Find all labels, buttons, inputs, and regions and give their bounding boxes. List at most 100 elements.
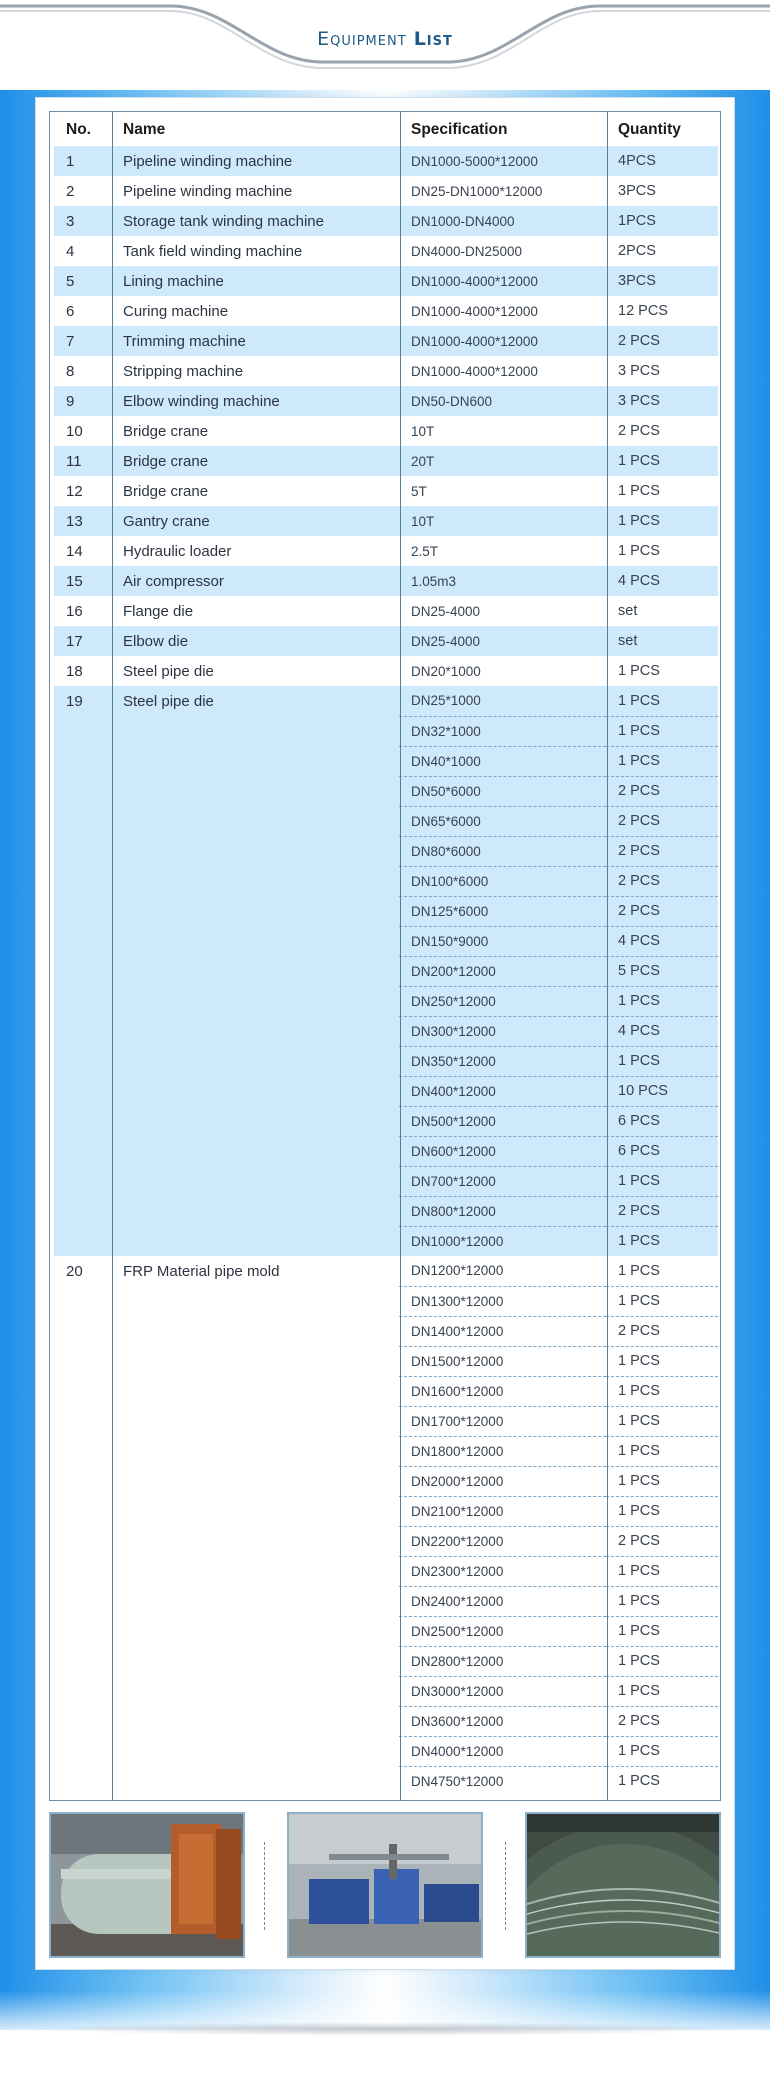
factory-floor-photo: [287, 1812, 483, 1958]
header-qty: Quantity: [618, 121, 681, 138]
equipment-spec: DN3000*12000: [399, 1676, 606, 1707]
equipment-spec: DN1800*12000: [399, 1436, 606, 1467]
equipment-qty: 1 PCS: [606, 1046, 718, 1077]
equipment-name: Bridge crane: [123, 422, 209, 440]
column-divider: [607, 111, 608, 1801]
equipment-spec: DN4000*12000: [399, 1736, 606, 1767]
header-spec: Specification: [411, 121, 508, 138]
equipment-qty: 4PCS: [606, 146, 718, 176]
table-row: 10 Bridge crane 10T 2 PCS: [54, 416, 718, 446]
equipment-name: Pipeline winding machine: [123, 182, 293, 200]
equipment-qty: 2 PCS: [606, 1706, 718, 1737]
row-number: 10: [66, 422, 83, 440]
table-row: 7 Trimming machine DN1000-4000*12000 2 PCS: [54, 326, 718, 356]
equipment-name: Air compressor: [111, 566, 399, 596]
table-row: 8 Stripping machine DN1000-4000*12000 3 PCS: [54, 356, 718, 386]
equipment-qty: 4 PCS: [606, 1016, 718, 1047]
row-number: 2: [66, 182, 75, 200]
equipment-qty: 1 PCS: [606, 1496, 718, 1527]
row-number: 18: [66, 662, 83, 680]
bottom-shadow: [30, 2022, 740, 2036]
equipment-qty: 1 PCS: [606, 1376, 718, 1407]
header-name: Name: [123, 121, 166, 138]
equipment-spec: DN200*12000: [399, 956, 606, 987]
photo-strip: [49, 1812, 721, 1960]
equipment-spec: DN800*12000: [399, 1196, 606, 1227]
equipment-qty: 2 PCS: [606, 836, 718, 867]
equipment-qty: 1 PCS: [618, 483, 660, 499]
equipment-qty: 1 PCS: [606, 1226, 718, 1256]
equipment-spec: DN400*12000: [399, 1076, 606, 1107]
equipment-spec: DN2400*12000: [399, 1586, 606, 1617]
table-row: 5 Lining machine DN1000-4000*12000 3PCS: [54, 266, 718, 296]
equipment-qty: 1 PCS: [606, 1466, 718, 1497]
table-row: 12 Bridge crane 5T 1 PCS: [54, 476, 718, 506]
equipment-spec: DN2200*12000: [399, 1526, 606, 1557]
equipment-name: Trimming machine: [111, 326, 399, 356]
equipment-qty: 2 PCS: [606, 1526, 718, 1557]
equipment-qty: 1 PCS: [618, 543, 660, 559]
header-no: No.: [66, 121, 91, 138]
equipment-qty: 2PCS: [618, 243, 656, 259]
table-row: 16 Flange die DN25-4000 set: [54, 596, 718, 626]
equipment-spec: DN500*12000: [399, 1106, 606, 1137]
row-number: 17: [54, 626, 111, 656]
equipment-qty: 2 PCS: [606, 326, 718, 356]
equipment-qty: 1 PCS: [606, 446, 718, 476]
equipment-name: Bridge crane: [123, 482, 209, 500]
row-number: 13: [54, 506, 111, 536]
equipment-spec: DN25-4000: [411, 603, 481, 619]
equipment-qty: 1 PCS: [606, 1736, 718, 1767]
equipment-qty: 1 PCS: [606, 1646, 718, 1677]
equipment-spec: DN2800*12000: [399, 1646, 606, 1677]
table-body: 1 Pipeline winding machine DN1000-5000*120…: [54, 146, 718, 1796]
row-number: 6: [66, 302, 75, 320]
column-divider: [112, 111, 113, 1801]
equipment-qty: 2 PCS: [606, 806, 718, 837]
equipment-spec: DN600*12000: [399, 1136, 606, 1167]
equipment-spec: DN2000*12000: [399, 1466, 606, 1497]
equipment-qty: 1PCS: [606, 206, 718, 236]
equipment-qty: 1 PCS: [606, 1166, 718, 1197]
equipment-spec: 20T: [399, 446, 606, 476]
equipment-spec: DN1000-5000*12000: [399, 146, 606, 176]
equipment-spec: 10T: [399, 506, 606, 536]
equipment-spec: DN1000-4000*12000: [399, 326, 606, 356]
table-row: 6 Curing machine DN1000-4000*12000 12 PCS: [54, 296, 718, 326]
equipment-spec: 1.05m3: [399, 566, 606, 596]
equipment-qty: 3 PCS: [618, 363, 660, 379]
page-title: Equipment List: [0, 28, 770, 50]
equipment-qty: 2 PCS: [606, 1316, 718, 1347]
equipment-spec: DN2300*12000: [399, 1556, 606, 1587]
equipment-qty: 1 PCS: [606, 1406, 718, 1437]
row-number: 5: [54, 266, 111, 296]
table-row: 11 Bridge crane 20T 1 PCS: [54, 446, 718, 476]
column-divider: [400, 111, 401, 1801]
row-number: 16: [66, 602, 83, 620]
equipment-qty: 3PCS: [606, 266, 718, 296]
equipment-qty: 2 PCS: [606, 896, 718, 927]
row-number: 9: [54, 386, 111, 416]
table-row: 18 Steel pipe die DN20*1000 1 PCS: [54, 656, 718, 686]
equipment-qty: 1 PCS: [606, 1346, 718, 1377]
equipment-qty: 1 PCS: [606, 1556, 718, 1587]
row-number: 1: [54, 146, 111, 176]
equipment-qty: 6 PCS: [606, 1106, 718, 1137]
table-row: 1 Pipeline winding machine DN1000-5000*120…: [54, 146, 718, 176]
equipment-qty: 5 PCS: [606, 956, 718, 987]
equipment-qty: 2 PCS: [606, 776, 718, 807]
equipment-spec: DN40*1000: [399, 746, 606, 777]
equipment-name: Steel pipe die: [123, 662, 214, 680]
equipment-spec: DN250*12000: [399, 986, 606, 1017]
equipment-qty: set: [618, 603, 638, 619]
table-header-row: No. Name Specification Quantity: [54, 114, 718, 146]
equipment-spec: DN1600*12000: [399, 1376, 606, 1407]
row-number: 14: [66, 542, 83, 560]
equipment-qty: 1 PCS: [606, 1676, 718, 1707]
equipment-spec: DN25-DN1000*12000: [411, 183, 543, 199]
equipment-qty: 12 PCS: [618, 303, 668, 319]
winding-machine-photo: [49, 1812, 245, 1958]
equipment-spec: 5T: [411, 483, 427, 499]
equipment-name: Elbow winding machine: [111, 386, 399, 416]
equipment-qty: 1 PCS: [606, 1436, 718, 1467]
